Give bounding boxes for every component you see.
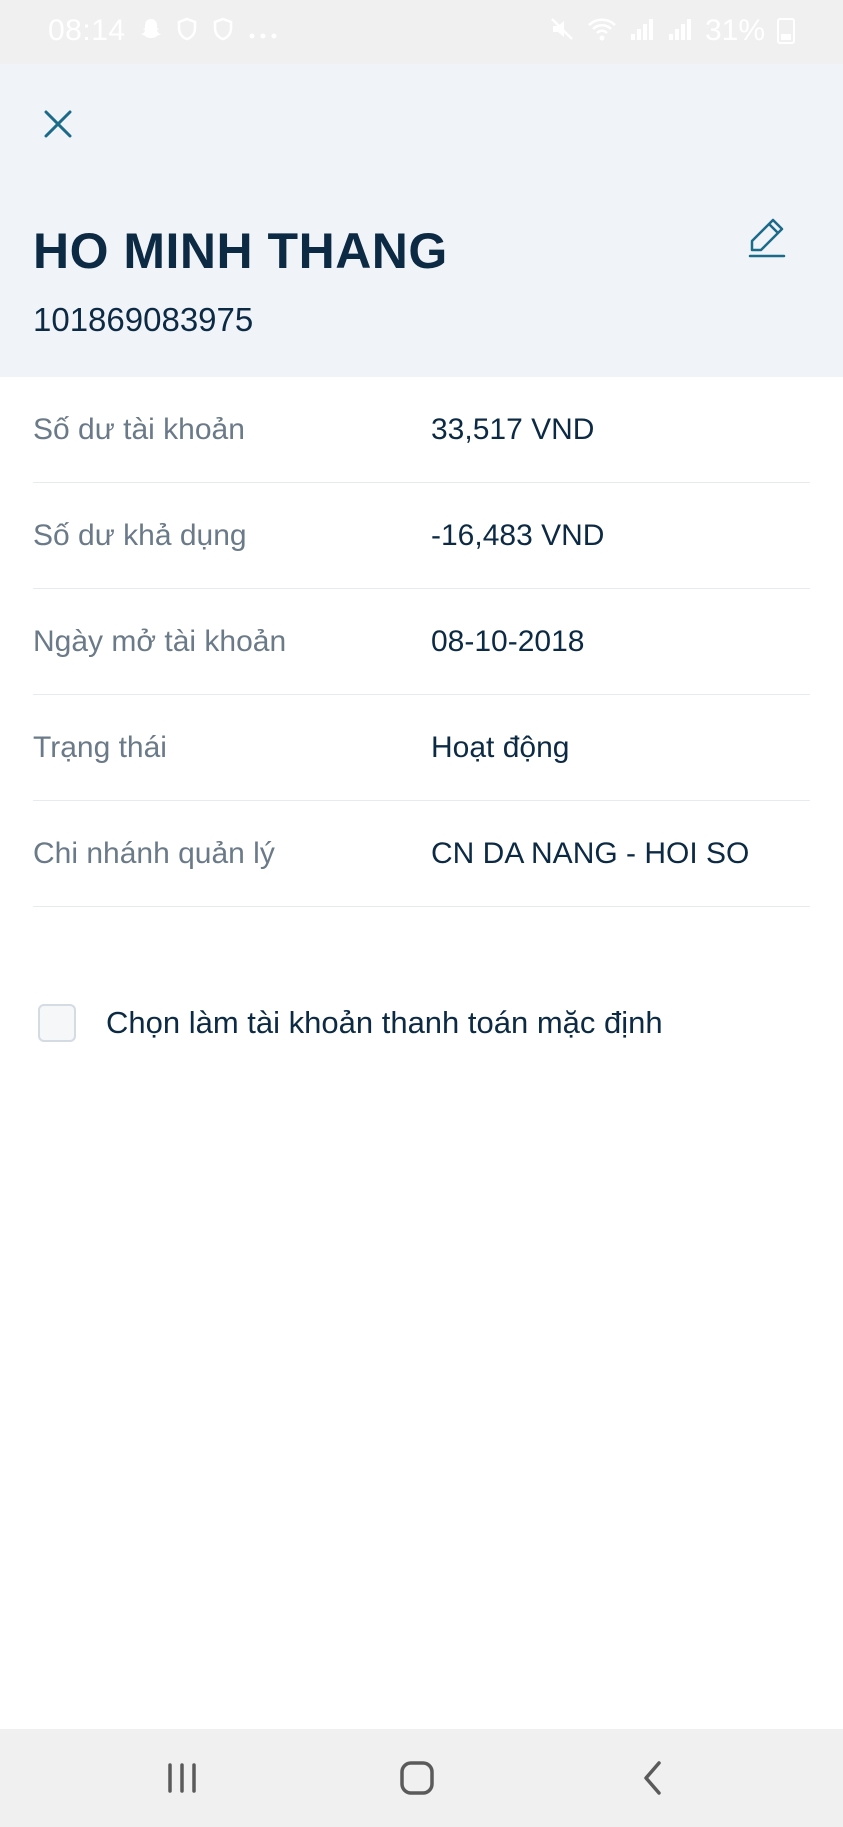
more-dots-icon [248,18,278,44]
detail-value: CN DA NANG - HOI SO [431,836,750,870]
detail-row-status: Trạng thái Hoạt động [33,695,810,801]
shield-icon [212,17,234,45]
detail-row-open-date: Ngày mở tài khoản 08-10-2018 [33,589,810,695]
account-details: Số dư tài khoản 33,517 VND Số dư khả dụn… [33,377,810,907]
detail-label: Số dư tài khoản [33,412,245,446]
detail-row-branch: Chi nhánh quản lý CN DA NANG - HOI SO [33,801,810,907]
status-bar: 08:14 31% [0,0,843,64]
back-icon [644,1761,661,1795]
account-header: HO MINH THANG 101869083975 [0,64,843,377]
recent-apps-button[interactable] [155,1751,209,1805]
detail-label: Số dư khả dụng [33,518,247,552]
signal-icon [629,16,655,46]
detail-row-available-balance: Số dư khả dụng -16,483 VND [33,483,810,589]
detail-label: Trạng thái [33,730,167,764]
snapchat-icon [140,17,162,45]
shield-icon [176,17,198,45]
wifi-icon [587,16,617,46]
detail-label: Ngày mở tài khoản [33,624,287,658]
detail-value: 08-10-2018 [431,624,585,658]
detail-value: Hoạt động [431,730,570,764]
checkbox-label: Chọn làm tài khoản thanh toán mặc định [106,1005,663,1040]
battery-icon [777,18,795,44]
back-button[interactable] [626,1751,680,1805]
pencil-icon [748,218,786,258]
home-button[interactable] [390,1751,444,1805]
close-button[interactable] [36,102,80,146]
status-time: 08:14 [48,14,126,47]
account-number: 101869083975 [33,301,254,338]
detail-row-balance: Số dư tài khoản 33,517 VND [33,377,810,483]
detail-value: 33,517 VND [431,412,595,446]
detail-label: Chi nhánh quản lý [33,836,275,870]
edit-button[interactable] [746,214,790,258]
signal-icon [667,16,693,46]
checkbox[interactable] [38,1004,76,1042]
close-icon [44,110,72,138]
status-bar-right: 31% [549,14,795,48]
default-account-checkbox[interactable]: Chọn làm tài khoản thanh toán mặc định [38,1004,663,1042]
mute-icon [549,16,575,46]
system-nav-bar [0,1729,843,1827]
account-name: HO MINH THANG [33,223,448,279]
recent-apps-icon [168,1763,196,1793]
status-bar-left: 08:14 [48,14,278,48]
detail-value: -16,483 VND [431,518,605,552]
battery-percent: 31% [704,14,765,47]
home-icon [400,1761,434,1795]
